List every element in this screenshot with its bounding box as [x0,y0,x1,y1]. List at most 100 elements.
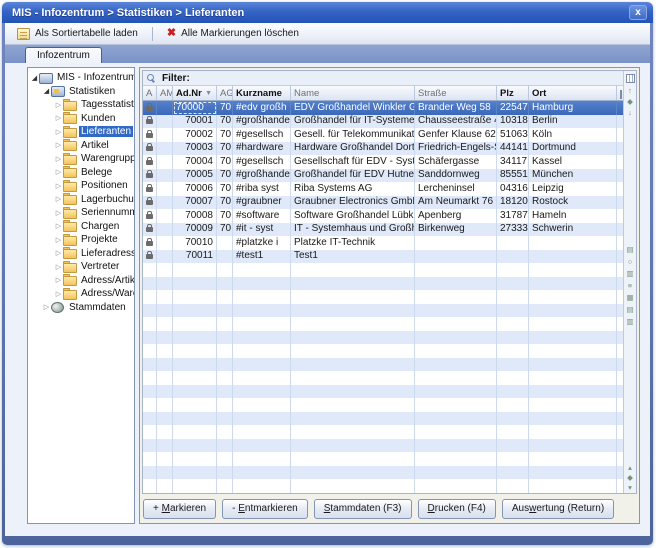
tree-item[interactable]: Tagesstatistik [28,98,134,112]
table-row[interactable] [143,331,623,345]
tree-expander-icon[interactable] [54,195,63,203]
tree-expander-icon[interactable] [54,168,63,176]
table-row[interactable]: 70007 70 #graubner Graubner Electronics … [143,196,623,210]
tree-expander-icon[interactable] [54,128,63,136]
tree-item[interactable]: Positionen [28,179,134,193]
tree-item[interactable]: Lieferadressen [28,247,134,261]
table-row[interactable]: 70002 70 #gesellsch Gesell. für Telekomm… [143,128,623,142]
tree-item[interactable]: Lagerbuchungen [28,193,134,207]
table-row[interactable] [143,317,623,331]
tree-expander-icon[interactable] [42,87,51,95]
table-row[interactable] [143,425,623,439]
tree-item[interactable]: Vertreter [28,260,134,274]
tree-expander-icon[interactable] [54,222,63,230]
tree-expander-icon[interactable] [54,249,63,257]
table-row[interactable] [143,493,623,494]
column-header-plz[interactable]: Plz [497,86,529,100]
table-row[interactable]: 70008 70 #software Software Großhandel L… [143,209,623,223]
table-row[interactable] [143,358,623,372]
footer-action-button[interactable]: Drucken (F4) [418,499,496,519]
nav-up-icon[interactable]: ▴ [625,463,636,472]
table-row[interactable]: 70009 70 #it - syst IT - Systemhaus und … [143,223,623,237]
footer-action-button[interactable]: + Markieren [143,499,216,519]
table-row[interactable] [143,439,623,453]
export-icon[interactable]: ▥ [625,317,636,326]
table-row[interactable] [143,385,623,399]
footer-action-button[interactable]: Stammdaten (F3) [314,499,412,519]
nav-down-icon[interactable]: ▾ [625,483,636,492]
edit-filter-icon[interactable]: ▥ [625,269,636,278]
tree-item[interactable]: MIS - Infozentrum [28,71,134,85]
column-header-kurzname[interactable]: Kurzname [233,86,291,100]
column-header-am[interactable]: AM [157,86,173,100]
tree-item[interactable]: Adress/Artikel [28,274,134,288]
tree-expander-icon[interactable] [54,182,63,190]
tree-item[interactable]: Warengruppen [28,152,134,166]
scroll-marker-icon[interactable]: ◆ [625,97,636,106]
table-row[interactable] [143,371,623,385]
table-row[interactable]: 70006 70 #riba syst Riba Systems AG Lerc… [143,182,623,196]
column-header-strasse[interactable]: Straße [415,86,497,100]
tree-expander-icon[interactable] [30,74,39,82]
tree-expander-icon[interactable] [54,209,63,217]
column-chooser-icon[interactable] [620,90,622,99]
table-row[interactable]: 70011 #test1 Test1 [143,250,623,264]
scroll-down-icon[interactable]: ↓ [625,108,636,117]
filter-row[interactable]: Filter: [143,71,623,86]
grid-options-icon[interactable] [626,74,635,83]
tree-expander-icon[interactable] [54,263,63,271]
tree-item[interactable]: Statistiken [28,85,134,99]
tree-item[interactable]: Stammdaten [28,301,134,315]
footer-action-button[interactable]: - Entmarkieren [222,499,308,519]
table-row[interactable] [143,412,623,426]
tree-expander-icon[interactable] [54,236,63,244]
tree-item[interactable]: Kunden [28,112,134,126]
sort-options-icon[interactable]: ≡ [625,281,636,290]
tree-expander-icon[interactable] [42,303,51,311]
scroll-up-icon[interactable]: ↑ [625,86,636,95]
column-header-lock[interactable]: A [143,86,157,100]
search-icon[interactable]: ○ [625,257,636,266]
tree-item[interactable]: Belege [28,166,134,180]
layout-icon[interactable]: ▤ [625,305,636,314]
tree-item[interactable]: Lieferanten [28,125,134,139]
table-row[interactable] [143,466,623,480]
table-row[interactable] [143,263,623,277]
table-row[interactable]: 70005 70 #großhande Großhandel für EDV H… [143,169,623,183]
nav-marker-icon[interactable]: ◆ [625,473,636,482]
table-row[interactable]: 70010 #platzke i Platzke IT-Technik [143,236,623,250]
table-row[interactable] [143,479,623,493]
table-row[interactable] [143,277,623,291]
clear-marks-button[interactable]: ✖ Alle Markierungen löschen [161,26,305,41]
table-row[interactable]: 70004 70 #gesellsch Gesellschaft für EDV… [143,155,623,169]
table-row[interactable] [143,452,623,466]
table-row[interactable]: 70001 70 #großhande Großhandel für IT-Sy… [143,115,623,129]
column-header-ag[interactable]: AG [217,86,233,100]
tree-item[interactable]: Projekte [28,233,134,247]
load-sort-table-button[interactable]: Als Sortiertabelle laden [11,26,144,42]
column-header-name[interactable]: Name [291,86,415,100]
tab-infozentrum[interactable]: Infozentrum [25,47,102,63]
table-row[interactable] [143,344,623,358]
table-row[interactable] [143,290,623,304]
row-menu-icon[interactable]: ▤ [625,245,636,254]
tree-item[interactable]: Artikel [28,139,134,153]
tree-item[interactable]: Adress/Warengruppen [28,287,134,301]
tree-expander-icon[interactable] [54,114,63,122]
tree-item[interactable]: Chargen [28,220,134,234]
tree-expander-icon[interactable] [54,155,63,163]
tree-expander-icon[interactable] [54,290,63,298]
tree-expander-icon[interactable] [54,276,63,284]
group-icon[interactable]: ▦ [625,293,636,302]
footer-action-button[interactable]: Auswertung (Return) [502,499,614,519]
close-button[interactable]: x [629,5,647,20]
tree-expander-icon[interactable] [54,141,63,149]
table-row[interactable]: 70000 70 #edv großh EDV Großhandel Winkl… [143,101,623,115]
table-row[interactable] [143,304,623,318]
tree-item[interactable]: Seriennummern [28,206,134,220]
table-row[interactable] [143,398,623,412]
table-row[interactable]: 70003 70 #hardware Hardware Großhandel D… [143,142,623,156]
column-header-ort[interactable]: Ort [529,86,617,100]
sort-descending-icon[interactable]: ▼ [205,90,213,97]
tree-expander-icon[interactable] [54,101,63,109]
